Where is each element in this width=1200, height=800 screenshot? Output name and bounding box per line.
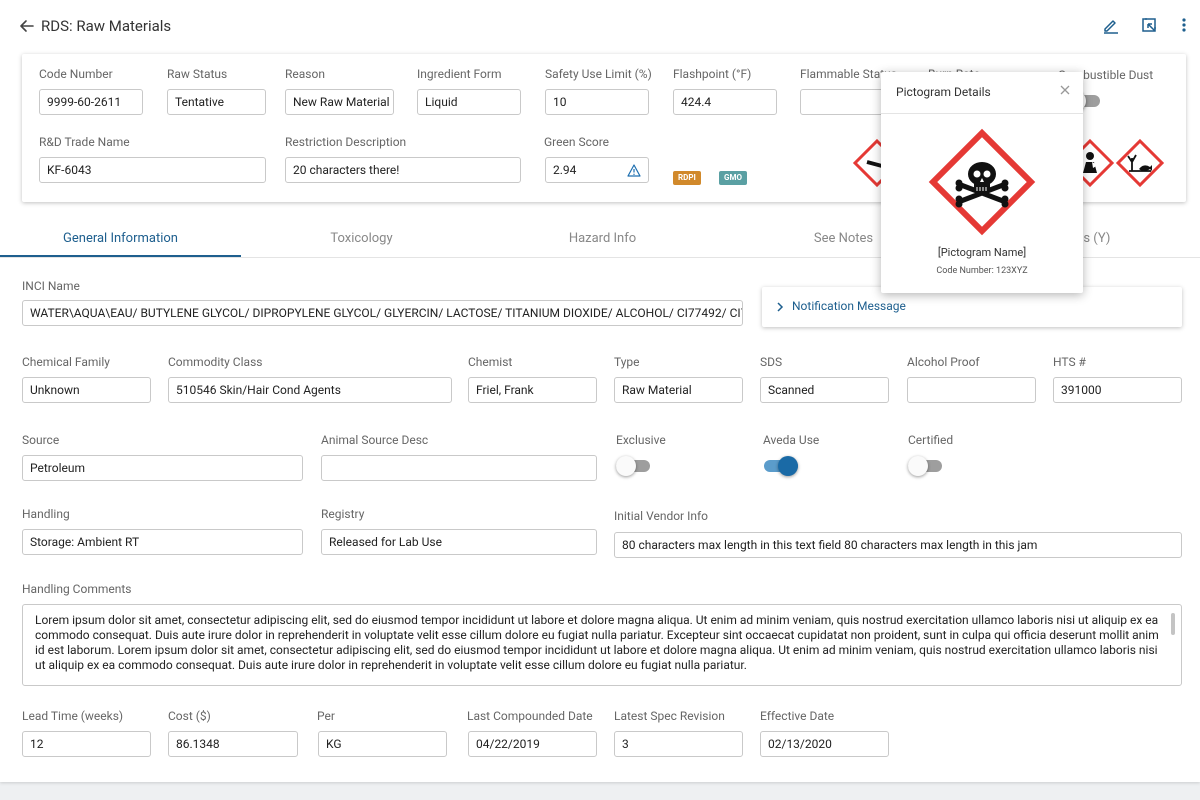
hts-field[interactable]: 391000 xyxy=(1053,377,1182,403)
handling-comments-label: Handling Comments xyxy=(22,582,132,596)
warning-icon xyxy=(627,164,641,177)
flammable-status-field[interactable] xyxy=(800,89,890,115)
ingredient-form-field[interactable]: Liquid xyxy=(417,89,521,115)
gmo-badge: GMO xyxy=(719,171,747,185)
more-vert-icon[interactable] xyxy=(1175,16,1193,34)
effective-date-label: Effective Date xyxy=(760,709,835,723)
skull-crossbones-icon xyxy=(928,128,1036,236)
green-score-field[interactable]: 2.94 xyxy=(545,157,649,183)
handling-comments-textarea[interactable]: Lorem ipsum dolor sit amet, consectetur … xyxy=(22,604,1182,686)
chemical-family-label: Chemical Family xyxy=(22,355,110,369)
type-label: Type xyxy=(614,355,640,369)
latest-spec-label: Latest Spec Revision xyxy=(614,709,725,723)
restriction-desc-label: Restriction Description xyxy=(285,135,407,149)
lead-time-field[interactable]: 12 xyxy=(22,731,151,757)
animal-source-field[interactable] xyxy=(321,455,597,481)
tab-toxicology[interactable]: Toxicology xyxy=(241,220,482,258)
source-label: Source xyxy=(22,433,60,447)
handling-comments-text: Lorem ipsum dolor sit amet, consectetur … xyxy=(35,613,1159,672)
inci-name-label: INCI Name xyxy=(22,279,80,293)
latest-spec-field[interactable]: 3 xyxy=(614,731,743,757)
last-compounded-label: Last Compounded Date xyxy=(467,709,593,723)
code-number-label: Code Number xyxy=(39,67,113,81)
pictogram-details-popup: Pictogram Details [Pictogram Name] Code … xyxy=(881,72,1083,293)
inci-name-field[interactable]: WATER\AQUA\EAU/ BUTYLENE GLYCOL/ DIPROPY… xyxy=(22,300,743,326)
raw-status-label: Raw Status xyxy=(167,67,228,81)
exclusive-toggle[interactable] xyxy=(616,456,650,476)
alcohol-proof-label: Alcohol Proof xyxy=(907,355,980,369)
raw-status-field[interactable]: Tentative xyxy=(167,89,266,115)
hts-label: HTS # xyxy=(1053,355,1086,369)
cost-label: Cost ($) xyxy=(168,709,211,723)
handling-field[interactable]: Storage: Ambient RT xyxy=(22,529,303,555)
source-field[interactable]: Petroleum xyxy=(22,455,303,481)
lead-time-label: Lead Time (weeks) xyxy=(22,709,124,723)
popup-divider xyxy=(881,113,1083,114)
per-label: Per xyxy=(317,709,335,723)
certified-toggle[interactable] xyxy=(908,456,942,476)
chemist-label: Chemist xyxy=(468,355,513,369)
reason-field[interactable]: New Raw Material xyxy=(285,89,394,115)
certified-label: Certified xyxy=(908,433,954,447)
safety-use-limit-field[interactable]: 10 xyxy=(545,89,649,115)
active-tab-indicator xyxy=(0,255,241,257)
registry-label: Registry xyxy=(321,507,365,521)
code-number-field[interactable]: 9999-60-2611 xyxy=(39,89,143,115)
trade-name-label: R&D Trade Name xyxy=(39,135,130,149)
app-window: RDS: Raw Materials Code Number 9999-60-2… xyxy=(0,0,1200,782)
aveda-use-label: Aveda Use xyxy=(763,433,820,447)
vendor-info-label: Initial Vendor Info xyxy=(614,509,709,523)
notification-panel[interactable]: Notification Message xyxy=(762,287,1182,327)
aveda-use-toggle[interactable] xyxy=(764,456,798,476)
commodity-class-field[interactable]: 510546 Skin/Hair Cond Agents xyxy=(168,377,452,403)
safety-use-limit-label: Safety Use Limit (%) xyxy=(545,67,652,81)
rdpi-badge: RDPI xyxy=(673,171,701,185)
reason-label: Reason xyxy=(285,67,325,81)
popup-title: Pictogram Details xyxy=(896,85,991,99)
chemist-field[interactable]: Friel, Frank xyxy=(468,377,597,403)
chemical-family-field[interactable]: Unknown xyxy=(22,377,151,403)
edit-icon[interactable] xyxy=(1102,16,1120,34)
effective-date-field[interactable]: 02/13/2020 xyxy=(760,731,889,757)
trade-name-field[interactable]: KF-6043 xyxy=(39,157,266,183)
tab-hazard-info[interactable]: Hazard Info xyxy=(482,220,723,258)
handling-label: Handling xyxy=(22,507,70,521)
green-score-label: Green Score xyxy=(544,135,610,149)
green-score-value: 2.94 xyxy=(553,163,577,177)
type-field[interactable]: Raw Material xyxy=(614,377,743,403)
alcohol-proof-field[interactable] xyxy=(907,377,1036,403)
last-compounded-field[interactable]: 04/22/2019 xyxy=(468,731,597,757)
page-title: RDS: Raw Materials xyxy=(41,17,172,35)
exclusive-label: Exclusive xyxy=(616,433,666,447)
notification-label: Notification Message xyxy=(792,299,906,313)
close-icon[interactable] xyxy=(1059,84,1071,96)
pictogram-name: [Pictogram Name] xyxy=(937,246,1027,259)
pictogram-code: Code Number: 123XYZ xyxy=(936,266,1028,276)
environment-hazard-icon[interactable] xyxy=(1115,138,1165,188)
cost-field[interactable]: 86.1348 xyxy=(168,731,298,757)
tab-general-information[interactable]: General Information xyxy=(0,220,241,258)
textarea-scrollbar[interactable] xyxy=(1171,613,1175,635)
sds-field[interactable]: Scanned xyxy=(760,377,889,403)
arrow-left-icon[interactable] xyxy=(18,17,36,35)
vendor-info-field[interactable]: 80 characters max length in this text fi… xyxy=(614,532,1182,558)
registry-field[interactable]: Released for Lab Use xyxy=(321,529,597,555)
flashpoint-label: Flashpoint (°F) xyxy=(673,67,752,81)
ingredient-form-label: Ingredient Form xyxy=(417,67,502,81)
chevron-right-icon xyxy=(777,302,784,312)
sds-label: SDS xyxy=(760,355,783,369)
per-field[interactable]: KG xyxy=(318,731,447,757)
restriction-desc-field[interactable]: 20 characters there! xyxy=(285,157,521,183)
flashpoint-field[interactable]: 424.4 xyxy=(673,89,777,115)
animal-source-label: Animal Source Desc xyxy=(321,433,429,447)
open-external-icon[interactable] xyxy=(1140,16,1158,34)
commodity-class-label: Commodity Class xyxy=(168,355,263,369)
